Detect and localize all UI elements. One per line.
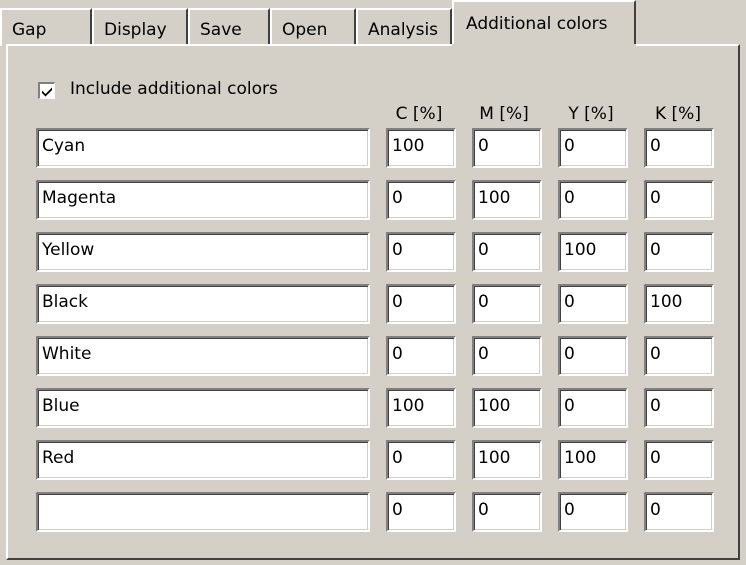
magenta-percent-field[interactable]: 0: [472, 128, 542, 168]
cyan-percent-field[interactable]: 0: [386, 180, 456, 220]
include-additional-colors-label: Include additional colors: [70, 79, 278, 99]
magenta-percent-field[interactable]: 0: [472, 284, 542, 324]
tab-save[interactable]: Save: [188, 8, 270, 46]
yellow-percent-field[interactable]: 0: [558, 128, 628, 168]
tab-display-label: Display: [104, 20, 167, 40]
tab-strip: Gap Display Save Open Analysis Additiona…: [0, 0, 746, 48]
cyan-percent-field[interactable]: 0: [386, 284, 456, 324]
tab-save-label: Save: [200, 20, 242, 40]
cyan-percent-field[interactable]: 0: [386, 336, 456, 376]
black-percent-field[interactable]: 0: [644, 492, 714, 532]
tab-gap[interactable]: Gap: [0, 8, 92, 46]
tab-open[interactable]: Open: [270, 8, 356, 46]
black-percent-field[interactable]: 0: [644, 440, 714, 480]
magenta-percent-field[interactable]: 0: [472, 336, 542, 376]
yellow-percent-field[interactable]: 0: [558, 336, 628, 376]
tab-analysis[interactable]: Analysis: [356, 8, 452, 46]
black-percent-field[interactable]: 0: [644, 336, 714, 376]
tab-additional-colors-label: Additional colors: [466, 14, 608, 34]
magenta-percent-field[interactable]: 0: [472, 232, 542, 272]
include-additional-colors-checkbox[interactable]: [38, 82, 55, 99]
cyan-percent-field[interactable]: 0: [386, 492, 456, 532]
tab-additional-colors[interactable]: Additional colors: [452, 0, 636, 48]
column-header-m: M [%]: [479, 104, 529, 124]
yellow-percent-field[interactable]: 0: [558, 180, 628, 220]
yellow-percent-field[interactable]: 100: [558, 232, 628, 272]
checkmark-icon: [42, 87, 52, 97]
yellow-percent-field[interactable]: 0: [558, 388, 628, 428]
column-header-k: K [%]: [655, 104, 701, 124]
cyan-percent-field[interactable]: 0: [386, 440, 456, 480]
cyan-percent-field[interactable]: 0: [386, 232, 456, 272]
tab-panel-joint: [452, 44, 636, 48]
magenta-percent-field[interactable]: 100: [472, 440, 542, 480]
black-percent-field[interactable]: 0: [644, 388, 714, 428]
tab-analysis-label: Analysis: [368, 20, 439, 40]
tab-open-label: Open: [282, 20, 328, 40]
color-name-field[interactable]: Yellow: [36, 232, 370, 272]
color-name-field[interactable]: Blue: [36, 388, 370, 428]
magenta-percent-field[interactable]: 0: [472, 492, 542, 532]
tab-gap-label: Gap: [12, 20, 47, 40]
column-header-c: C [%]: [395, 104, 443, 124]
cyan-percent-field[interactable]: 100: [386, 388, 456, 428]
cyan-percent-field[interactable]: 100: [386, 128, 456, 168]
black-percent-field[interactable]: 0: [644, 232, 714, 272]
color-name-field[interactable]: [36, 492, 370, 532]
color-name-field[interactable]: Cyan: [36, 128, 370, 168]
black-percent-field[interactable]: 100: [644, 284, 714, 324]
magenta-percent-field[interactable]: 100: [472, 388, 542, 428]
yellow-percent-field[interactable]: 100: [558, 440, 628, 480]
color-name-field[interactable]: White: [36, 336, 370, 376]
color-name-field[interactable]: Black: [36, 284, 370, 324]
black-percent-field[interactable]: 0: [644, 180, 714, 220]
color-name-field[interactable]: Red: [36, 440, 370, 480]
tab-display[interactable]: Display: [92, 8, 188, 46]
column-header-y: Y [%]: [568, 104, 614, 124]
yellow-percent-field[interactable]: 0: [558, 492, 628, 532]
magenta-percent-field[interactable]: 100: [472, 180, 542, 220]
black-percent-field[interactable]: 0: [644, 128, 714, 168]
yellow-percent-field[interactable]: 0: [558, 284, 628, 324]
color-name-field[interactable]: Magenta: [36, 180, 370, 220]
